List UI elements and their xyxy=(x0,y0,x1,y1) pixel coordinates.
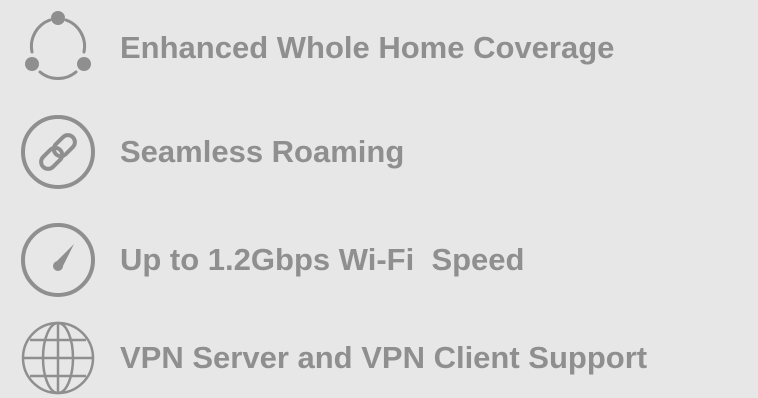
speedometer-icon xyxy=(18,220,98,300)
link-icon xyxy=(18,112,98,192)
feature-label: Seamless Roaming xyxy=(120,134,405,169)
feature-label: Enhanced Whole Home Coverage xyxy=(120,30,615,65)
mesh-network-icon xyxy=(18,8,98,88)
feature-item-wifi-speed: Up to 1.2Gbps Wi-Fi Speed xyxy=(0,220,758,300)
feature-item-seamless-roaming: Seamless Roaming xyxy=(0,112,758,192)
feature-list: Enhanced Whole Home Coverage Seamless Ro… xyxy=(0,0,758,395)
feature-label: Up to 1.2Gbps Wi-Fi Speed xyxy=(120,242,525,277)
feature-label: VPN Server and VPN Client Support xyxy=(120,340,648,375)
globe-icon xyxy=(18,318,98,398)
feature-item-whole-home-coverage: Enhanced Whole Home Coverage xyxy=(0,8,758,88)
feature-item-vpn-support: VPN Server and VPN Client Support xyxy=(0,318,758,398)
